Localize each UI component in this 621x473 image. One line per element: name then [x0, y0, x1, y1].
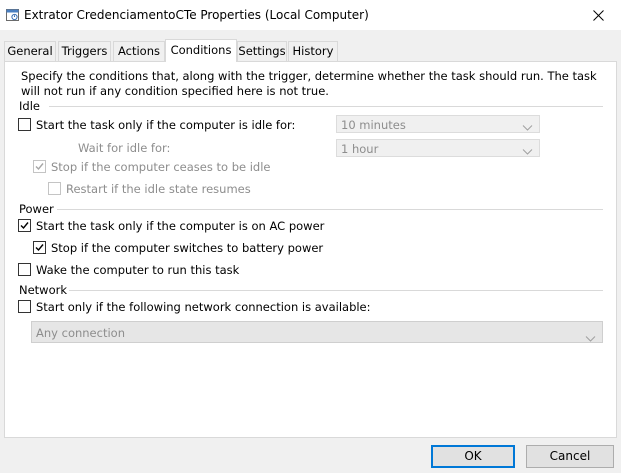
tab-triggers[interactable]: Triggers [58, 41, 111, 61]
restart-if-resumes-checkbox[interactable] [48, 182, 61, 195]
idle-group-label: Idle [19, 99, 40, 113]
chevron-down-icon [522, 143, 533, 161]
idle-divider [49, 106, 603, 107]
start-if-idle-label: Start the task only if the computer is i… [36, 118, 296, 132]
idle-duration-select[interactable]: 10 minutes [336, 115, 540, 133]
network-connection-value: Any connection [36, 326, 125, 340]
stop-on-battery-label: Stop if the computer switches to battery… [51, 241, 324, 255]
chevron-down-icon [585, 328, 596, 350]
ok-button[interactable]: OK [431, 445, 515, 468]
stop-if-ceases-checkbox[interactable] [33, 160, 46, 173]
checkmark-icon [35, 163, 44, 171]
network-available-checkbox[interactable] [18, 300, 31, 313]
cancel-button[interactable]: Cancel [526, 445, 614, 468]
ac-power-label: Start the task only if the computer is o… [36, 219, 325, 233]
restart-if-resumes-label: Restart if the idle state resumes [66, 182, 251, 196]
conditions-description: Specify the conditions that, along with … [21, 69, 597, 98]
chevron-down-icon [522, 119, 533, 137]
wait-for-idle-label: Wait for idle for: [78, 141, 171, 155]
tab-actions[interactable]: Actions [113, 41, 165, 61]
tab-conditions[interactable]: Conditions [165, 39, 237, 62]
tab-history[interactable]: History [288, 41, 338, 61]
idle-duration-value: 10 minutes [341, 118, 406, 132]
power-divider [57, 209, 603, 210]
close-button[interactable] [575, 0, 621, 30]
window-title: Extrator CredenciamentoCTe Properties (L… [24, 8, 369, 22]
stop-on-battery-checkbox[interactable] [33, 241, 46, 254]
network-group-label: Network [19, 283, 68, 297]
task-scheduler-icon [6, 8, 19, 21]
checkmark-icon [20, 222, 29, 230]
conditions-panel: Specify the conditions that, along with … [4, 61, 617, 438]
checkmark-icon [35, 244, 44, 252]
wake-computer-label: Wake the computer to run this task [36, 263, 240, 277]
stop-if-ceases-label: Stop if the computer ceases to be idle [51, 160, 271, 174]
wait-duration-select[interactable]: 1 hour [336, 139, 540, 157]
ac-power-checkbox[interactable] [18, 219, 31, 232]
network-available-label: Start only if the following network conn… [36, 300, 371, 314]
wake-computer-checkbox[interactable] [18, 263, 31, 276]
close-icon [592, 9, 604, 21]
wait-duration-value: 1 hour [341, 142, 379, 156]
network-connection-select[interactable]: Any connection [31, 321, 603, 343]
tab-general[interactable]: General [4, 41, 56, 61]
network-divider [69, 290, 603, 291]
title-bar: Extrator CredenciamentoCTe Properties (L… [0, 0, 621, 30]
start-if-idle-checkbox[interactable] [18, 118, 31, 131]
tab-settings[interactable]: Settings [237, 41, 287, 61]
power-group-label: Power [19, 202, 54, 216]
